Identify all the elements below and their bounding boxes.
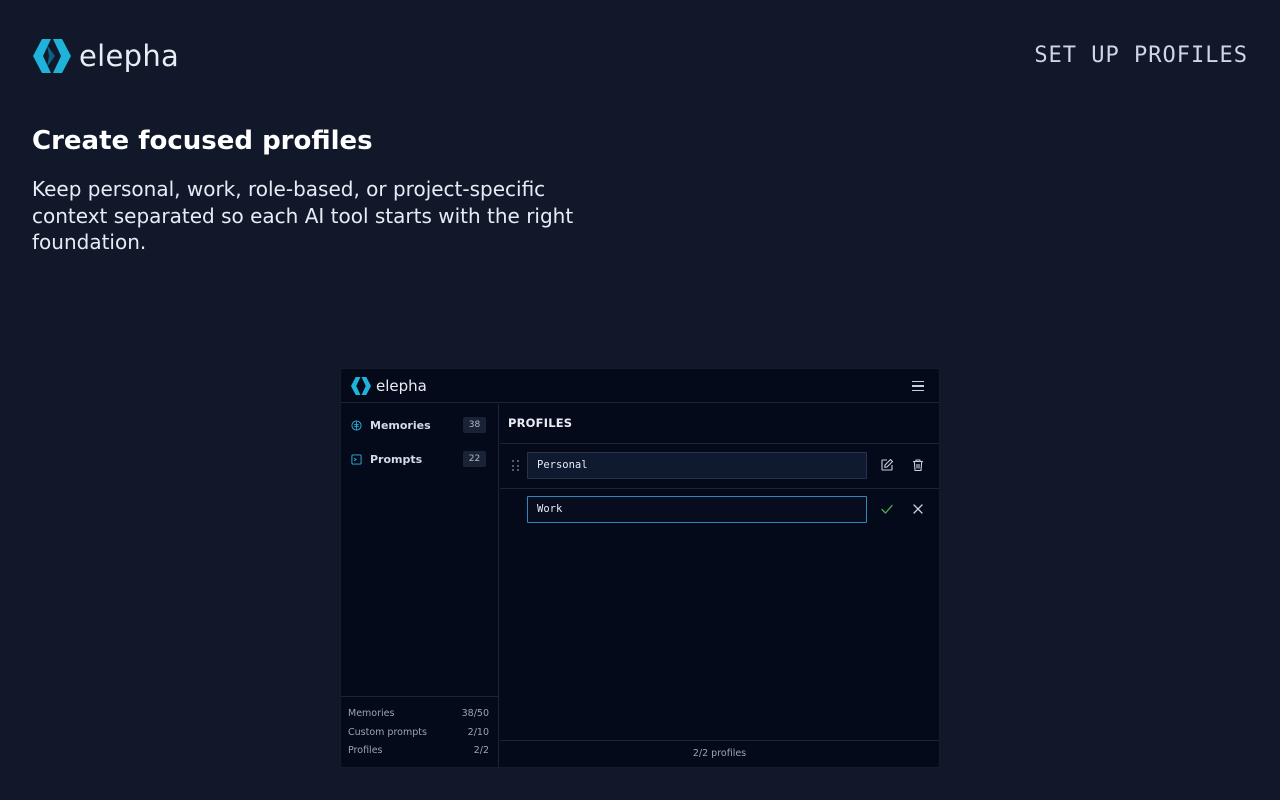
usage-label: Profiles [348, 745, 383, 756]
brand-name: elepha [79, 39, 180, 73]
sidebar-item-label: Memories [370, 418, 431, 432]
app-topbar: elepha [341, 369, 939, 403]
brand: elepha [33, 39, 179, 73]
hero-title: Create focused profiles [32, 126, 373, 156]
hero-description: Keep personal, work, role-based, or proj… [32, 177, 574, 254]
usage-summary: Memories 38/50 Custom prompts 2/10 Profi… [341, 696, 498, 767]
app-brand-name: elepha [376, 376, 427, 395]
profile-name-field[interactable]: Personal [527, 452, 867, 479]
check-icon[interactable] [880, 502, 894, 516]
brain-icon [351, 419, 362, 431]
usage-label: Custom prompts [348, 726, 427, 738]
prompt-icon [351, 453, 362, 465]
profile-row-personal: Personal [500, 445, 939, 488]
profiles-panel: PROFILES Personal Work 2/2 profiles [500, 404, 939, 767]
usage-row: Custom prompts 2/10 [348, 726, 489, 745]
usage-value: 2/2 [473, 745, 489, 756]
divider [500, 443, 939, 444]
trash-icon[interactable] [911, 458, 925, 472]
app-window: elepha Memories 38 Prompts 22 Memories 3… [340, 368, 940, 768]
profile-row-work: Work [500, 489, 939, 532]
usage-value: 2/10 [467, 726, 489, 738]
sidebar-item-prompts[interactable]: Prompts 22 [349, 447, 486, 471]
profiles-footer: 2/2 profiles [500, 740, 939, 767]
count-badge: 22 [463, 451, 486, 467]
step-label: SET UP PROFILES [1034, 43, 1248, 68]
hamburger-menu-icon[interactable] [909, 377, 927, 395]
usage-value: 38/50 [461, 708, 489, 719]
usage-label: Memories [348, 708, 395, 719]
edit-icon[interactable] [880, 458, 894, 472]
drag-handle-icon[interactable] [512, 460, 520, 472]
sidebar-item-label: Prompts [370, 452, 423, 466]
usage-row: Memories 38/50 [348, 707, 489, 726]
panel-title: PROFILES [508, 416, 573, 430]
elepha-logo-icon [33, 39, 71, 73]
profile-name-input[interactable]: Work [527, 496, 867, 523]
elepha-logo-icon [351, 376, 371, 395]
sidebar-item-memories[interactable]: Memories 38 [349, 413, 486, 437]
usage-row: Profiles 2/2 [348, 744, 489, 763]
sidebar: Memories 38 Prompts 22 Memories 38/50 Cu… [341, 404, 499, 767]
close-icon[interactable] [911, 502, 925, 516]
count-badge: 38 [463, 417, 486, 433]
